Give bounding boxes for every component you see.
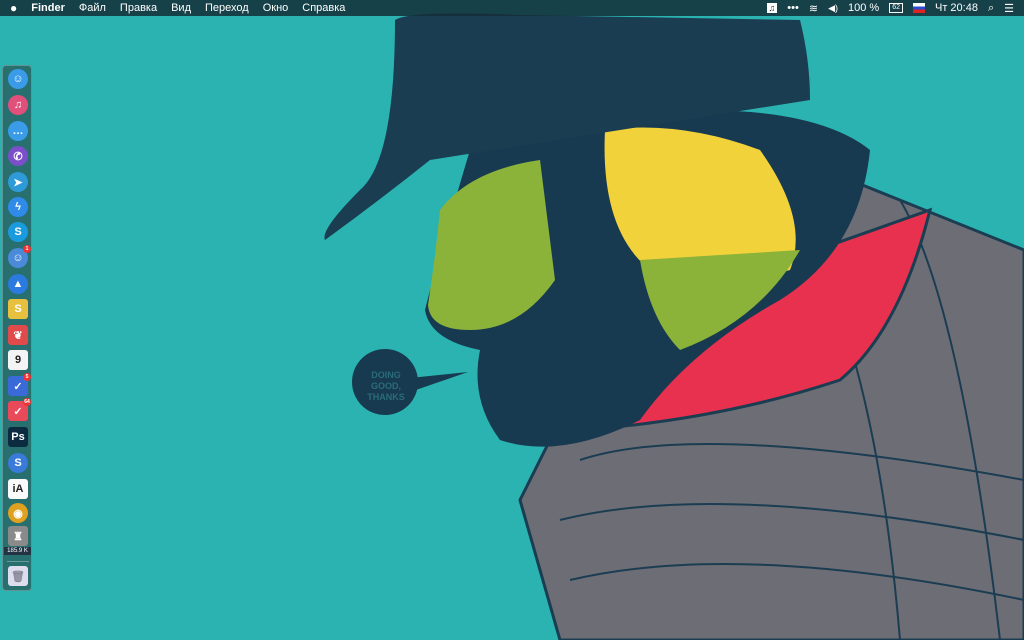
trash-icon[interactable]: 🗑 (8, 566, 28, 586)
menu-window[interactable]: Окно (263, 2, 289, 14)
dock-spark-icon[interactable]: ▲ (8, 274, 28, 294)
dock-chrome-icon[interactable]: ◉ (8, 503, 28, 523)
input-source-flag-icon[interactable] (913, 3, 925, 13)
menu-file[interactable]: Файл (79, 2, 106, 14)
dock-itunes-icon[interactable]: ♫ (8, 95, 28, 115)
dock-tasks-icon[interactable]: ✓ 5 (8, 373, 31, 396)
dock: 185.9 K 🗑 ☺ ♫… ✆ ➤ ϟ S ☺ 1 ▲ S ❦ 9 ✓ 5 ✓ 64 Ps SiA ◉ ♜ (2, 65, 32, 591)
spotlight-search-icon[interactable]: ⌕ (988, 2, 994, 15)
monitor-label: 185.9 K (4, 547, 31, 555)
badge: 5 (23, 373, 31, 381)
clock[interactable]: Чт 20:48 (935, 2, 978, 14)
dock-photoshop-icon[interactable]: Ps (8, 427, 28, 447)
dock-calendar-icon[interactable]: 9 (8, 350, 28, 370)
speech-line-1: DOING (371, 370, 401, 380)
dock-finder-icon[interactable]: ☺ (8, 69, 28, 89)
dock-chat-icon[interactable]: ☺ 1 (8, 245, 31, 268)
menu-view[interactable]: Вид (171, 2, 191, 14)
speech-line-3: THANKS (367, 392, 405, 402)
menu-edit[interactable]: Правка (120, 2, 157, 14)
badge: 1 (23, 245, 31, 253)
wifi-icon[interactable]: ≋ (809, 2, 818, 15)
dock-separator (7, 561, 29, 562)
battery-percent[interactable]: 100 % (848, 2, 879, 14)
dock-telegram-icon[interactable]: ➤ (8, 172, 28, 192)
menu-bar: ● Finder Файл Правка Вид Переход Окно Сп… (0, 0, 1024, 16)
dock-monitor-icon[interactable]: ♜ (8, 526, 28, 546)
badge: 64 (23, 398, 31, 406)
volume-icon[interactable]: ◀) (828, 3, 838, 14)
battery-icon[interactable]: 62 (889, 3, 903, 13)
dock-ia-writer-icon[interactable]: iA (8, 479, 28, 499)
dock-skype-icon[interactable]: S (8, 222, 28, 242)
more-icon[interactable]: ••• (787, 2, 799, 14)
speech-line-2: GOOD, (371, 381, 401, 391)
menu-help[interactable]: Справка (302, 2, 345, 14)
dock-simplenote-icon[interactable]: S (8, 453, 28, 473)
dock-slack-icon[interactable]: S (8, 299, 28, 319)
dock-messages-icon[interactable]: … (8, 121, 28, 141)
desktop-wallpaper: DOING GOOD, THANKS (324, 13, 1024, 640)
menu-app-finder[interactable]: Finder (31, 2, 65, 14)
dock-viber-icon[interactable]: ✆ (8, 146, 28, 166)
dock-messenger-icon[interactable]: ϟ (8, 197, 28, 217)
apple-menu-icon[interactable]: ● (10, 1, 17, 15)
menu-go[interactable]: Переход (205, 2, 249, 14)
dock-leaf-icon[interactable]: ❦ (8, 325, 28, 345)
notification-center-icon[interactable]: ☰ (1004, 2, 1014, 15)
music-icon[interactable]: ♫ (766, 3, 778, 13)
dock-pocket-icon[interactable]: ✓ 64 (8, 398, 31, 421)
